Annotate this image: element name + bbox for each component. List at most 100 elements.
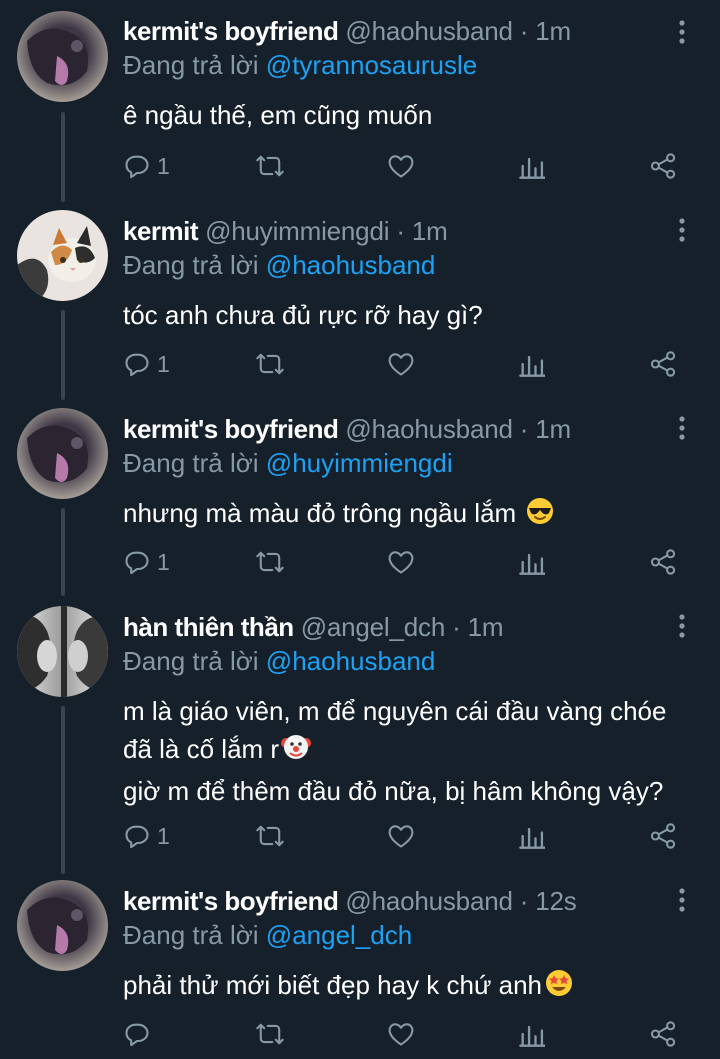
- share-button[interactable]: [649, 545, 677, 579]
- share-icon: [650, 549, 676, 575]
- timestamp[interactable]: 1m: [535, 16, 571, 46]
- tweet[interactable]: hàn thiên thần @angel_dch · 1m Đang trả …: [0, 594, 720, 868]
- action-bar: 1: [123, 347, 683, 381]
- mention-link[interactable]: @tyrannosaurusle: [266, 50, 477, 80]
- handle[interactable]: @haohusband: [345, 16, 513, 46]
- more-options-button[interactable]: [672, 886, 692, 916]
- reply-button[interactable]: 1: [123, 545, 170, 579]
- heart-icon: [388, 155, 414, 178]
- tweet-text-line-wrap: đã là cố lắm r: [123, 730, 680, 772]
- retweet-button[interactable]: [255, 347, 285, 381]
- reply-prefix: Đang trả lời: [123, 646, 259, 676]
- tweet-header: kermit's boyfriend @haohusband · 1m: [123, 412, 680, 446]
- mention-link[interactable]: @haohusband: [266, 646, 436, 676]
- retweet-button[interactable]: [255, 149, 285, 183]
- avatar[interactable]: [17, 408, 108, 499]
- like-button[interactable]: [387, 819, 415, 853]
- separator: ·: [519, 16, 529, 46]
- tweet-text-line: phải thử mới biết đẹp hay k chứ anh: [123, 970, 542, 1000]
- retweet-button[interactable]: [255, 819, 285, 853]
- avatar[interactable]: [17, 210, 108, 301]
- tweet-text-line-wrap: phải thử mới biết đẹp hay k chứ anh: [123, 966, 680, 1008]
- handle[interactable]: @angel_dch: [301, 612, 446, 642]
- display-name[interactable]: hàn thiên thần: [123, 612, 294, 642]
- share-button[interactable]: [649, 347, 677, 381]
- avatar[interactable]: [17, 880, 108, 971]
- retweet-icon: [256, 353, 284, 375]
- share-button[interactable]: [649, 149, 677, 183]
- tweet-text: phải thử mới biết đẹp hay k chứ anh: [123, 966, 680, 1008]
- avatar[interactable]: [17, 11, 108, 102]
- like-button[interactable]: [387, 1017, 415, 1051]
- display-name[interactable]: kermit's boyfriend: [123, 886, 339, 916]
- display-name[interactable]: kermit: [123, 216, 199, 246]
- timestamp[interactable]: 1m: [412, 216, 448, 246]
- heart-icon: [388, 1023, 414, 1046]
- share-button[interactable]: [649, 819, 677, 853]
- tweet-text-line-wrap: nhưng mà màu đỏ trông ngầu lắm: [123, 494, 680, 536]
- analytics-button[interactable]: [519, 149, 545, 183]
- more-options-button[interactable]: [672, 612, 692, 642]
- reply-prefix: Đang trả lời: [123, 448, 259, 478]
- more-options-button[interactable]: [672, 216, 692, 246]
- reply-prefix: Đang trả lời: [123, 920, 259, 950]
- reply-context: Đang trả lời @tyrannosaurusle: [123, 48, 680, 82]
- retweet-button[interactable]: [255, 545, 285, 579]
- reply-button[interactable]: 1: [123, 819, 170, 853]
- like-button[interactable]: [387, 545, 415, 579]
- reply-button[interactable]: [123, 1017, 157, 1051]
- mention-link[interactable]: @huyimmiengdi: [266, 448, 453, 478]
- reply-icon: [125, 155, 149, 179]
- analytics-icon: [519, 827, 545, 849]
- analytics-button[interactable]: [519, 819, 545, 853]
- more-options-button[interactable]: [672, 414, 692, 444]
- more-options-button[interactable]: [672, 18, 692, 48]
- mention-link[interactable]: @angel_dch: [266, 920, 412, 950]
- timestamp[interactable]: 1m: [468, 612, 504, 642]
- tweet-text: tóc anh chưa đủ rực rỡ hay gì?: [123, 296, 680, 334]
- analytics-icon: [519, 1025, 545, 1047]
- like-button[interactable]: [387, 347, 415, 381]
- tweet[interactable]: kermit's boyfriend @haohusband · 1m Đang…: [0, 396, 720, 594]
- reply-context: Đang trả lời @huyimmiengdi: [123, 446, 680, 480]
- tweet[interactable]: kermit's boyfriend @haohusband · 12s Đan…: [0, 868, 720, 1059]
- more-vertical-icon: [679, 20, 685, 44]
- reply-count: 1: [157, 350, 170, 377]
- tweet-header: kermit's boyfriend @haohusband · 1m: [123, 14, 680, 48]
- handle[interactable]: @haohusband: [345, 886, 513, 916]
- share-button[interactable]: [649, 1017, 677, 1051]
- tweet-text-line: đã là cố lắm r: [123, 734, 280, 764]
- tweet-header: hàn thiên thần @angel_dch · 1m: [123, 610, 680, 644]
- tweet[interactable]: kermit @huyimmiengdi · 1m Đang trả lời @…: [0, 198, 720, 396]
- reply-count: 1: [157, 822, 170, 849]
- reply-button[interactable]: 1: [123, 149, 170, 183]
- mention-link[interactable]: @haohusband: [266, 250, 436, 280]
- separator: ·: [519, 886, 529, 916]
- tweet[interactable]: kermit's boyfriend @haohusband · 1m Đang…: [0, 0, 720, 198]
- reply-prefix: Đang trả lời: [123, 50, 259, 80]
- timestamp[interactable]: 12s: [535, 886, 577, 916]
- handle[interactable]: @huyimmiengdi: [205, 216, 389, 246]
- action-bar: 1: [123, 149, 683, 183]
- display-name[interactable]: kermit's boyfriend: [123, 16, 339, 46]
- tweet-header: kermit's boyfriend @haohusband · 12s: [123, 884, 680, 918]
- retweet-button[interactable]: [255, 1017, 285, 1051]
- separator: ·: [452, 612, 461, 642]
- tweet-text: ê ngầu thế, em cũng muốn: [123, 96, 680, 134]
- handle[interactable]: @haohusband: [345, 414, 513, 444]
- avatar[interactable]: [17, 606, 108, 697]
- share-icon: [650, 823, 676, 849]
- timestamp[interactable]: 1m: [535, 414, 571, 444]
- reply-context: Đang trả lời @angel_dch: [123, 918, 680, 952]
- action-bar: 1: [123, 545, 683, 579]
- tweet-text-line: nhưng mà màu đỏ trông ngầu lắm: [123, 498, 517, 528]
- analytics-button[interactable]: [519, 347, 545, 381]
- like-button[interactable]: [387, 149, 415, 183]
- action-bar: 1: [123, 819, 683, 853]
- retweet-icon: [256, 155, 284, 177]
- analytics-button[interactable]: [519, 1017, 545, 1051]
- display-name[interactable]: kermit's boyfriend: [123, 414, 339, 444]
- share-icon: [650, 1021, 676, 1047]
- reply-button[interactable]: 1: [123, 347, 170, 381]
- analytics-button[interactable]: [519, 545, 545, 579]
